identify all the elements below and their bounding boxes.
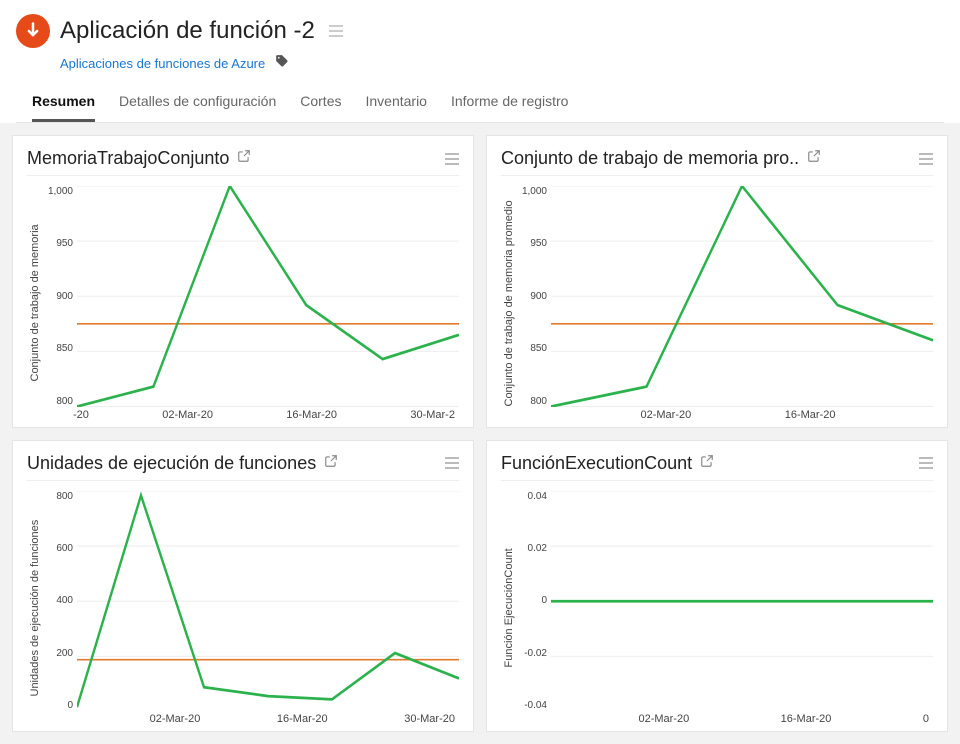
card-title: Unidades de ejecución de funciones: [27, 453, 316, 474]
tab-cortes[interactable]: Cortes: [300, 87, 341, 122]
tab-detalles[interactable]: Detalles de configuración: [119, 87, 276, 122]
y-axis-label: Unidades de ejecución de funciones: [27, 491, 43, 726]
y-axis-label: Conjunto de trabajo de memoria: [27, 186, 43, 421]
card-menu-icon[interactable]: [445, 153, 459, 165]
tab-informe[interactable]: Informe de registro: [451, 87, 569, 122]
y-axis-label: Conjunto de trabajo de memoria promedio: [501, 186, 517, 421]
page-title: Aplicación de función -2: [60, 17, 315, 45]
popout-icon[interactable]: [807, 149, 821, 168]
card-title: MemoriaTrabajoConjunto: [27, 148, 229, 169]
x-start: -20: [73, 409, 89, 421]
chart-mem-ws: 1,000 950 900 850 800: [43, 186, 459, 407]
title-menu-icon[interactable]: [329, 25, 343, 37]
chart-exec-units: 800 600 400 200 0: [43, 491, 459, 712]
card-menu-icon[interactable]: [919, 153, 933, 165]
card-title: FunciónExecutionCount: [501, 453, 692, 474]
chart-mem-ws-avg: 1,000 950 900 850 800: [517, 186, 933, 407]
card-title: Conjunto de trabajo de memoria pro..: [501, 148, 799, 169]
card-mem-ws: MemoriaTrabajoConjunto Conjunto de traba…: [12, 135, 474, 428]
tab-inventario[interactable]: Inventario: [365, 87, 426, 122]
card-mem-ws-avg: Conjunto de trabajo de memoria pro.. Con…: [486, 135, 948, 428]
popout-icon[interactable]: [324, 454, 338, 473]
y-axis-label: Función EjecuciónCount: [501, 491, 517, 726]
chart-exec-count: 0.04 0.02 0 -0.02 -0.04: [517, 491, 933, 712]
card-menu-icon[interactable]: [445, 457, 459, 469]
card-menu-icon[interactable]: [919, 457, 933, 469]
status-down-icon: [16, 14, 50, 48]
breadcrumb-link[interactable]: Aplicaciones de funciones de Azure: [60, 56, 265, 71]
card-exec-count: FunciónExecutionCount Función EjecuciónC…: [486, 440, 948, 733]
tabs: Resumen Detalles de configuración Cortes…: [16, 87, 944, 123]
card-exec-units: Unidades de ejecución de funciones Unida…: [12, 440, 474, 733]
tab-resumen[interactable]: Resumen: [32, 87, 95, 122]
tag-icon[interactable]: [275, 54, 289, 73]
popout-icon[interactable]: [700, 454, 714, 473]
popout-icon[interactable]: [237, 149, 251, 168]
